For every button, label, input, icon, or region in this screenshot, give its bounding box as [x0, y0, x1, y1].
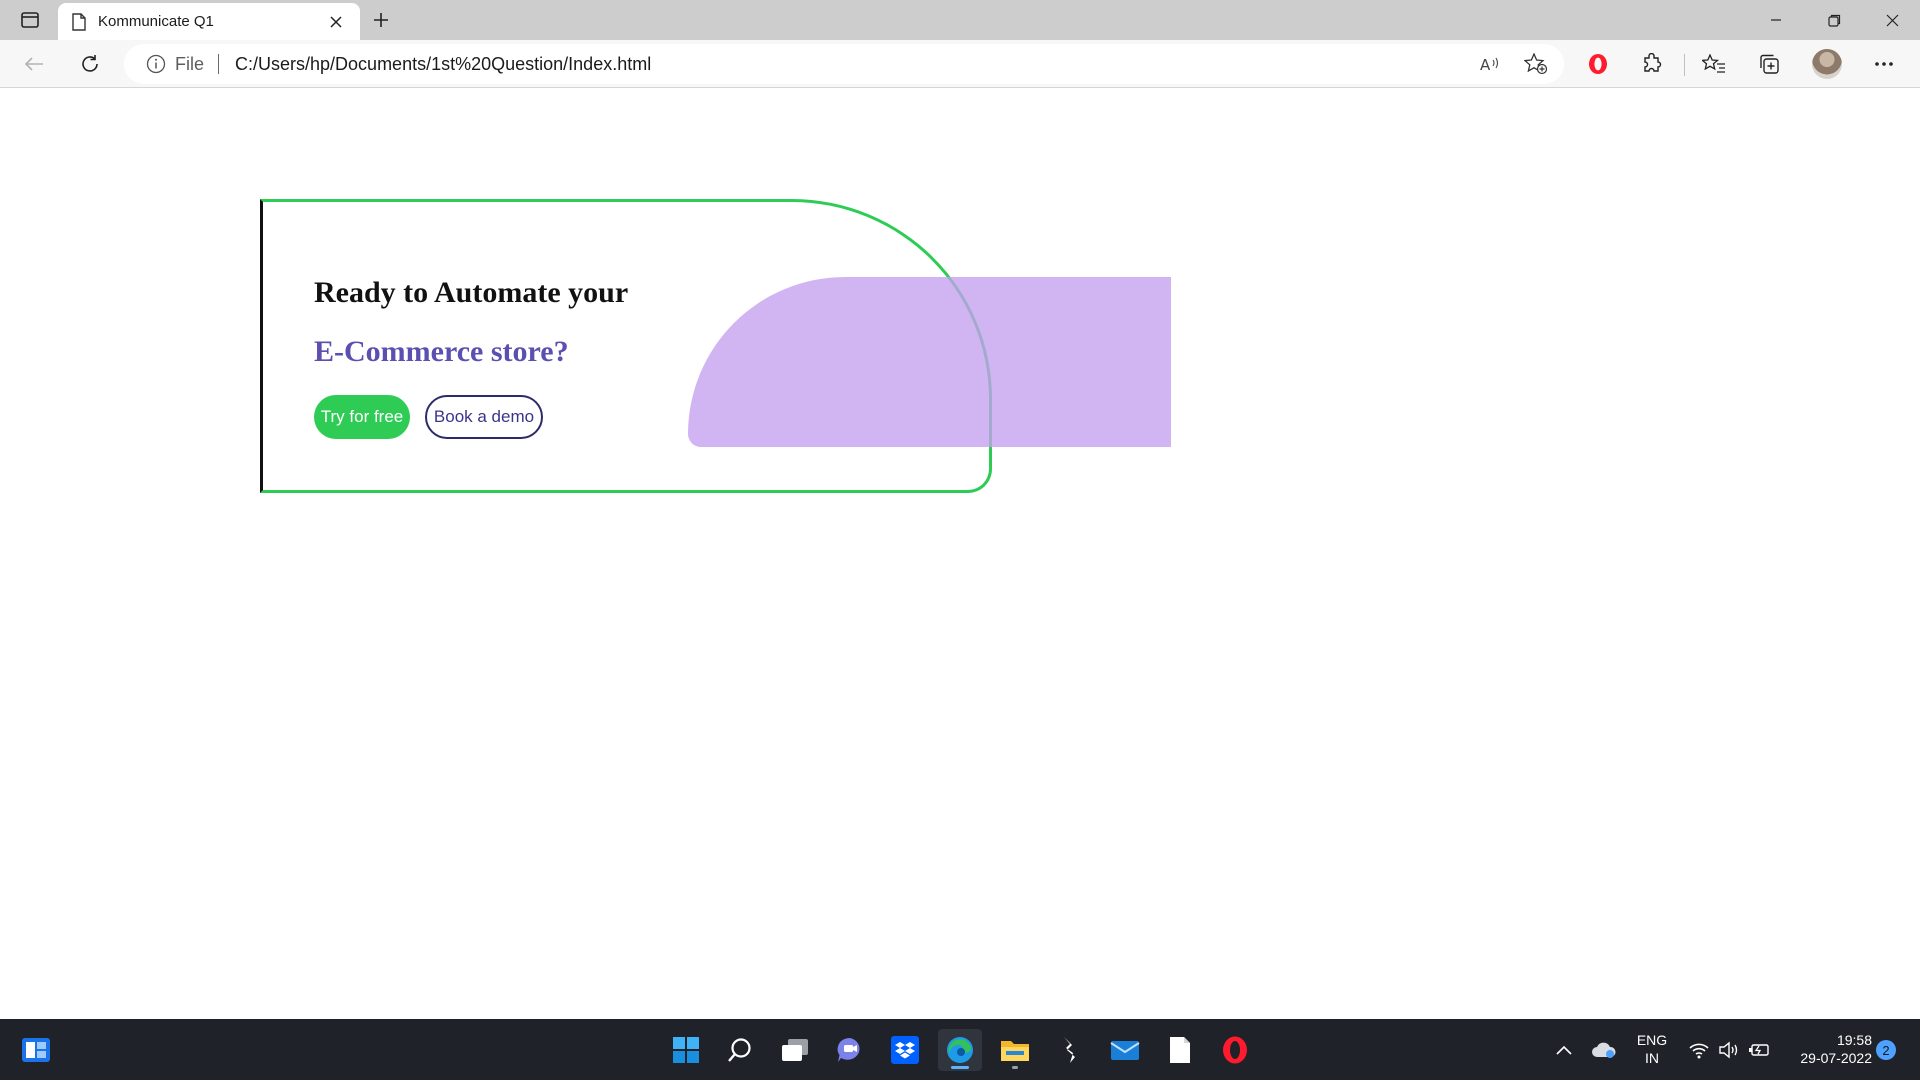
minimize-icon — [1771, 19, 1781, 21]
favorites-button[interactable] — [1696, 48, 1732, 80]
url-text[interactable]: C:/Users/hp/Documents/1st%20Question/Ind… — [235, 54, 651, 75]
battery-button[interactable] — [1746, 1033, 1772, 1067]
close-icon — [1886, 14, 1898, 26]
address-toolbar: File C:/Users/hp/Documents/1st%20Questio… — [0, 40, 1920, 88]
page-viewport: Ready to Automate your E-Commerce store?… — [0, 89, 1920, 1019]
task-view-button[interactable] — [773, 1029, 817, 1071]
cta-subheading: E-Commerce store? — [314, 335, 569, 368]
decorative-blob — [688, 277, 1171, 447]
try-for-free-button[interactable]: Try for free — [314, 395, 410, 439]
collections-button[interactable] — [1751, 48, 1787, 80]
notification-badge[interactable]: 2 — [1876, 1040, 1896, 1060]
start-icon — [673, 1037, 699, 1063]
extensions-icon — [1644, 53, 1662, 72]
read-aloud-icon: A — [1480, 56, 1499, 73]
close-window-button[interactable] — [1864, 0, 1920, 40]
widgets-icon — [22, 1038, 50, 1062]
onedrive-button[interactable] — [1588, 1033, 1620, 1067]
refresh-icon — [82, 55, 98, 72]
opera-button[interactable] — [1213, 1029, 1257, 1071]
widgets-button[interactable] — [14, 1029, 58, 1071]
document-icon — [72, 12, 86, 31]
opera-icon — [1223, 1036, 1247, 1064]
chat-icon — [837, 1037, 860, 1062]
tab-active[interactable]: Kommunicate Q1 — [58, 3, 360, 40]
opera-extension-icon — [1589, 54, 1607, 74]
minimize-button[interactable] — [1748, 0, 1804, 40]
tab-actions-icon — [21, 12, 39, 28]
avatar — [1812, 49, 1842, 79]
language-code: ENG — [1636, 1032, 1668, 1048]
mail-icon — [1110, 1041, 1140, 1060]
mail-button[interactable] — [1103, 1029, 1147, 1071]
input-language-indicator[interactable]: ENG IN — [1630, 1031, 1674, 1067]
add-favorite-icon — [1524, 53, 1548, 75]
running-app-indicator — [1012, 1066, 1018, 1069]
dropbox-icon — [891, 1036, 919, 1064]
volume-button[interactable] — [1716, 1033, 1742, 1067]
show-hidden-icons-button[interactable] — [1550, 1033, 1578, 1067]
cloud-icon — [1592, 1042, 1616, 1058]
chat-button[interactable] — [828, 1029, 872, 1071]
search-button[interactable] — [718, 1029, 762, 1071]
toolbar-divider — [1684, 54, 1685, 76]
sublime-button[interactable] — [1048, 1029, 1092, 1071]
tab-actions-button[interactable] — [12, 6, 48, 34]
extensions-button[interactable] — [1634, 48, 1670, 80]
taskbar: ENG IN 19:58 29-07-2022 2 — [0, 1019, 1920, 1080]
dropbox-button[interactable] — [883, 1029, 927, 1071]
battery-icon — [1749, 1044, 1769, 1056]
back-button[interactable] — [16, 48, 52, 80]
speaker-icon — [1719, 1041, 1738, 1059]
notepad-icon — [1170, 1037, 1190, 1063]
divider — [218, 54, 220, 74]
clock[interactable]: 19:58 29-07-2022 — [1780, 1031, 1872, 1067]
file-explorer-icon — [1001, 1041, 1029, 1061]
svg-text:A: A — [1480, 56, 1491, 73]
chevron-up-icon — [1556, 1045, 1572, 1055]
notepad-button[interactable] — [1158, 1029, 1202, 1071]
clock-date: 29-07-2022 — [1800, 1050, 1872, 1066]
profile-button[interactable] — [1809, 48, 1845, 80]
active-app-indicator — [951, 1066, 969, 1069]
edge-button[interactable] — [938, 1029, 982, 1071]
search-icon — [728, 1038, 751, 1062]
site-scheme-label: File — [175, 53, 205, 74]
wifi-icon — [1689, 1043, 1709, 1059]
start-button[interactable] — [664, 1029, 708, 1071]
plus-icon — [374, 13, 388, 27]
network-button[interactable] — [1686, 1033, 1712, 1067]
restore-icon — [1827, 14, 1840, 27]
close-tab-button[interactable] — [324, 10, 348, 34]
more-icon — [1875, 62, 1893, 66]
cta-heading: Ready to Automate your — [314, 276, 629, 309]
region-code: IN — [1645, 1050, 1659, 1066]
close-icon — [330, 15, 342, 28]
restore-button[interactable] — [1806, 0, 1862, 40]
read-aloud-button[interactable]: A — [1474, 50, 1506, 78]
task-view-icon — [782, 1039, 808, 1061]
info-icon — [146, 54, 166, 74]
edge-icon — [947, 1037, 973, 1063]
collections-icon — [1760, 54, 1779, 74]
opera-extension-button[interactable] — [1580, 48, 1616, 80]
sublime-icon — [1064, 1037, 1075, 1063]
add-favorite-button[interactable] — [1520, 50, 1552, 78]
address-bar[interactable]: File C:/Users/hp/Documents/1st%20Questio… — [124, 44, 1564, 84]
clock-time: 19:58 — [1836, 1032, 1872, 1048]
new-tab-button[interactable] — [365, 4, 397, 36]
tab-title: Kommunicate Q1 — [98, 13, 214, 30]
file-explorer-button[interactable] — [993, 1029, 1037, 1071]
more-options-button[interactable] — [1866, 48, 1902, 80]
refresh-button[interactable] — [72, 48, 108, 80]
favorites-icon — [1702, 54, 1725, 73]
tab-bar: Kommunicate Q1 — [0, 0, 1920, 40]
book-a-demo-button[interactable]: Book a demo — [425, 395, 543, 439]
back-arrow-icon — [24, 57, 43, 71]
